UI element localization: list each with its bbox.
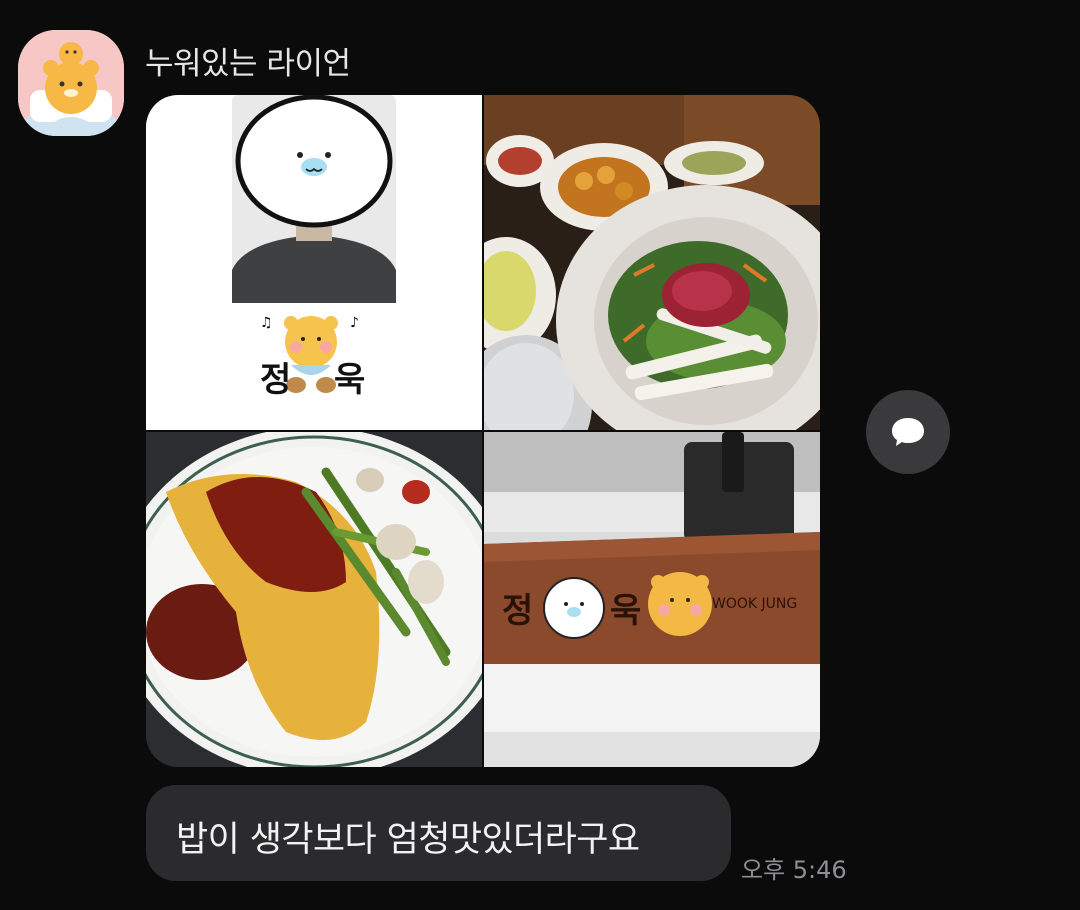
food-bowl-icon bbox=[484, 95, 820, 430]
svg-text:♪: ♪ bbox=[350, 315, 359, 331]
svg-text:♫: ♫ bbox=[260, 315, 273, 331]
share-button[interactable] bbox=[866, 390, 950, 474]
name-plate-photo: 정 욱 WOOK JUNG bbox=[484, 432, 820, 767]
message-timestamp: 오후 5:46 bbox=[741, 856, 847, 884]
photo-tile-3[interactable] bbox=[146, 432, 482, 767]
photo-tile-1[interactable]: ♫ ♪ 정 욱 bbox=[146, 95, 482, 430]
lion-character-avatar-icon bbox=[18, 30, 124, 136]
photo-tile-4[interactable]: 정 욱 WOOK JUNG bbox=[484, 432, 820, 767]
speech-bubble-icon bbox=[892, 418, 924, 446]
omelette-plate-icon bbox=[146, 432, 482, 767]
plate-korean-text-1: 정 bbox=[502, 591, 533, 631]
sender-avatar[interactable] bbox=[18, 30, 124, 136]
message-bubble[interactable]: 밥이 생각보다 엄청맛있더라구요 bbox=[146, 785, 731, 881]
photo-tile-2[interactable] bbox=[484, 95, 820, 430]
message-text: 밥이 생각보다 엄청맛있더라구요 bbox=[176, 820, 640, 860]
plate-korean-text-2: 욱 bbox=[610, 591, 641, 631]
profile-photo-image: ♫ ♪ 정 욱 bbox=[146, 95, 482, 430]
profile-name-text: 정 bbox=[260, 360, 291, 400]
profile-name-text-2: 욱 bbox=[334, 360, 365, 400]
photo-grid[interactable]: ♫ ♪ 정 욱 정 욱 WOOK JUNG bbox=[146, 95, 820, 767]
plate-english-text: WOOK JUNG bbox=[712, 596, 797, 612]
sender-name: 누워있는 라이언 bbox=[145, 46, 351, 82]
